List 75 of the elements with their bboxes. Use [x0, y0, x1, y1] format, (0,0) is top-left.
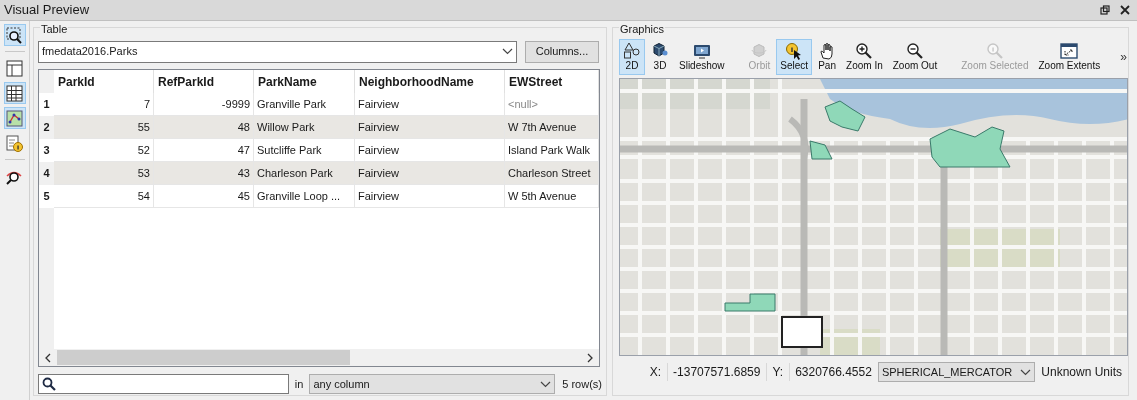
table-cell: Charleson Park: [254, 162, 355, 184]
x-label: X:: [649, 364, 662, 381]
zoom-out-icon: [906, 42, 924, 60]
zoom-extents-icon: [1060, 42, 1079, 60]
table-cell: Willow Park: [254, 116, 355, 138]
units-label: Unknown Units: [1041, 364, 1122, 381]
projection-dropdown[interactable]: SPHERICAL_MERCATOR: [877, 362, 1036, 382]
column-dropdown[interactable]: any column: [309, 374, 556, 394]
table-cell: 47: [154, 139, 254, 161]
table-cell: Sutcliffe Park: [254, 139, 355, 161]
map-feature-icon: [5, 108, 24, 128]
table-cell: -9999: [154, 93, 254, 115]
slideshow-icon: [692, 42, 711, 60]
chevron-down-icon: [502, 48, 513, 55]
table-cell: Granville Loop ...: [254, 185, 355, 207]
chevron-down-icon: [1020, 368, 1032, 376]
table-cell: 43: [154, 162, 254, 184]
scroll-right-icon: [587, 352, 593, 363]
zoom-in-icon: [855, 42, 874, 60]
toolbar-button[interactable]: [3, 107, 26, 129]
restore-button[interactable]: [1097, 2, 1113, 18]
toolbar-button[interactable]: [3, 82, 26, 104]
table-cell: Fairview: [355, 116, 505, 138]
scrollbar-thumb[interactable]: [57, 350, 350, 365]
x-coordinate: -13707571.6859: [667, 363, 761, 381]
tool-button[interactable]: 2D: [619, 39, 645, 75]
tool-button[interactable]: Zoom Out: [888, 39, 942, 75]
table-cell: Fairview: [355, 139, 505, 161]
toolbar-button[interactable]: [3, 24, 26, 46]
info-document-icon: [5, 133, 24, 153]
window-icon: [5, 58, 24, 78]
select-zoom-icon: [5, 25, 24, 45]
table-cell: <null>: [505, 93, 599, 115]
table-cell: Charleson Street: [505, 162, 599, 184]
row-count: 5 row(s): [562, 376, 602, 392]
tool-button[interactable]: Select: [776, 39, 813, 75]
tool-button[interactable]: Zoom In: [842, 39, 887, 75]
table-cell: W 7th Avenue: [505, 116, 599, 138]
table-icon: [5, 83, 24, 103]
row-number: 3: [39, 139, 54, 162]
table-cell: Fairview: [355, 185, 505, 207]
columns-button[interactable]: Columns...: [525, 40, 599, 63]
tool-button[interactable]: 3D: [647, 39, 673, 75]
zoom-info-icon: [985, 42, 1004, 60]
in-label: in: [294, 376, 304, 392]
window-title: Visual Preview: [4, 1, 91, 20]
tool-button[interactable]: Slideshow: [675, 39, 729, 75]
search-icon: [42, 377, 56, 391]
close-icon: [1120, 5, 1130, 15]
table-cell: Island Park Walk: [505, 139, 599, 161]
table-cell: 53: [54, 162, 154, 184]
table-cell: W 5th Avenue: [505, 185, 599, 207]
table-cell: Fairview: [355, 162, 505, 184]
dataset-dropdown[interactable]: fmedata2016.Parks: [38, 40, 517, 63]
table-cell: 7: [54, 93, 154, 115]
horizontal-scrollbar[interactable]: [39, 349, 599, 366]
y-label: Y:: [766, 363, 784, 381]
table-cell: 54: [54, 185, 154, 207]
tool-button[interactable]: Pan: [814, 39, 841, 75]
table-cell: 55: [54, 116, 154, 138]
row-number: 5: [39, 185, 54, 208]
search-field[interactable]: [38, 374, 289, 394]
overflow-button[interactable]: »: [1120, 48, 1127, 66]
shapes-icon: [623, 42, 641, 60]
table-cell: 48: [154, 116, 254, 138]
row-number: 1: [39, 93, 54, 116]
tool-button[interactable]: Zoom Extents: [1034, 39, 1105, 75]
y-coordinate: 6320766.4552: [789, 363, 872, 381]
scroll-left-icon: [45, 352, 51, 363]
table-cell: 45: [154, 185, 254, 207]
table-cell: Fairview: [355, 93, 505, 115]
chevron-down-icon: [540, 380, 552, 388]
table-cell: Granville Park: [254, 93, 355, 115]
restore-icon: [1100, 5, 1110, 15]
table-cell: 52: [54, 139, 154, 161]
